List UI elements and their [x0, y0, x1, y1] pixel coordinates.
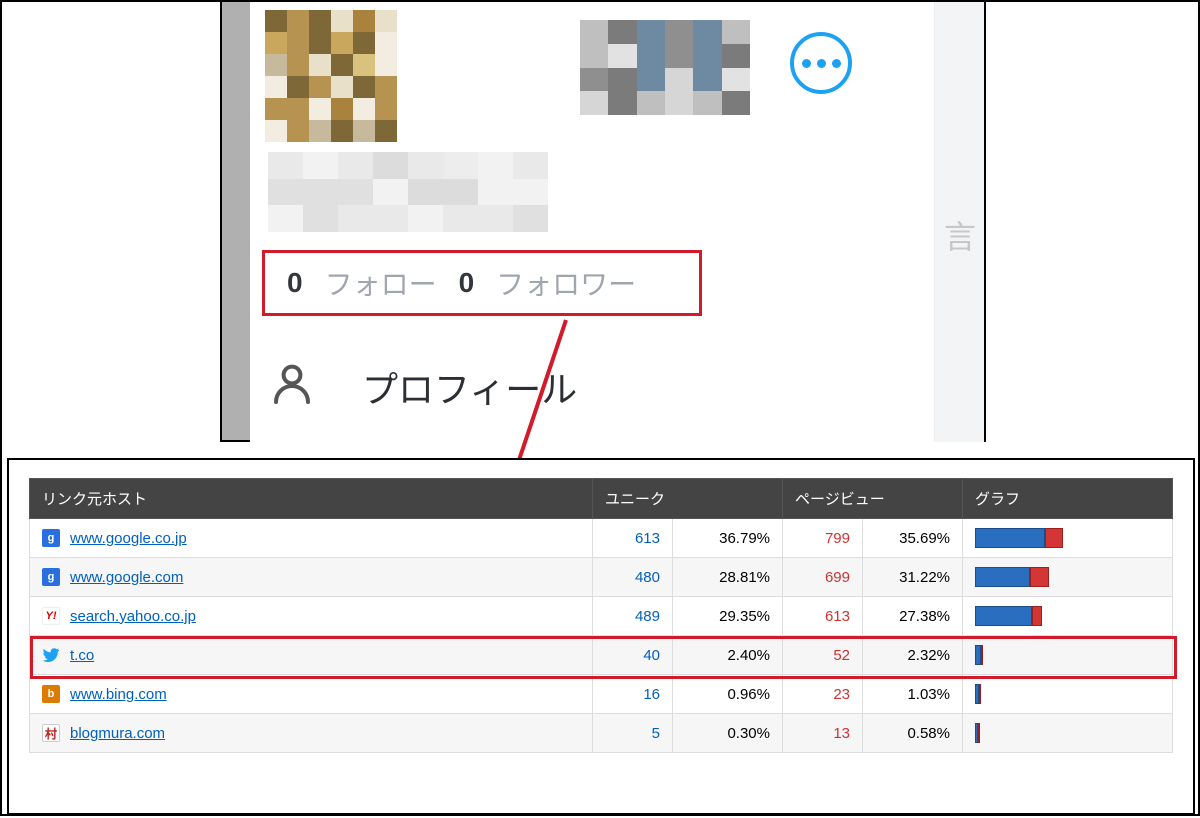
- table-row: t.co 402.40%522.32%: [30, 636, 1173, 675]
- col-graph[interactable]: グラフ: [963, 479, 1173, 519]
- follow-count: 0: [287, 267, 303, 299]
- person-icon: [268, 360, 316, 413]
- host-link[interactable]: t.co: [70, 647, 94, 664]
- unique-percent: 36.79%: [673, 519, 783, 558]
- pageview-percent: 27.38%: [863, 597, 963, 636]
- pageview-percent: 0.58%: [863, 714, 963, 753]
- table-row: 村 blogmura.com 50.30%130.58%: [30, 714, 1173, 753]
- table-row: g www.google.com 48028.81%69931.22%: [30, 558, 1173, 597]
- follower-count: 0: [459, 267, 475, 299]
- unique-count: 40: [593, 636, 673, 675]
- unique-count: 16: [593, 675, 673, 714]
- pageview-percent: 35.69%: [863, 519, 963, 558]
- pageview-count: 13: [783, 714, 863, 753]
- host-link[interactable]: www.google.co.jp: [70, 530, 187, 547]
- username-blurred: [268, 152, 548, 232]
- twitter-icon: [42, 646, 60, 664]
- graph-cell: [963, 519, 1173, 558]
- profile-card: 0 フォロー 0 フォロワー プロフィール: [250, 2, 936, 442]
- yahoo-icon: Y!: [42, 607, 60, 625]
- graph-cell: [963, 597, 1173, 636]
- unique-percent: 28.81%: [673, 558, 783, 597]
- col-host[interactable]: リンク元ホスト: [30, 479, 593, 519]
- table-row: b www.bing.com 160.96%231.03%: [30, 675, 1173, 714]
- pageview-count: 699: [783, 558, 863, 597]
- host-link[interactable]: search.yahoo.co.jp: [70, 608, 196, 625]
- host-link[interactable]: www.google.com: [70, 569, 183, 586]
- bing-icon: b: [42, 685, 60, 703]
- follower-label: フォロワー: [496, 263, 636, 303]
- profile-label: プロフィール: [362, 361, 577, 413]
- pageview-count: 52: [783, 636, 863, 675]
- col-unique[interactable]: ユニーク: [593, 479, 783, 519]
- referrer-table: リンク元ホスト ユニーク ページビュー グラフ g www.google.co.j…: [29, 478, 1173, 753]
- side-glyph: 言: [944, 212, 976, 258]
- side-strip: 言: [934, 2, 984, 442]
- unique-count: 613: [593, 519, 673, 558]
- follow-stats-highlight: 0 フォロー 0 フォロワー: [262, 250, 702, 316]
- pageview-count: 23: [783, 675, 863, 714]
- unique-percent: 2.40%: [673, 636, 783, 675]
- graph-cell: [963, 636, 1173, 675]
- google-icon: g: [42, 529, 60, 547]
- unique-count: 5: [593, 714, 673, 753]
- unique-count: 480: [593, 558, 673, 597]
- graph-cell: [963, 558, 1173, 597]
- graph-cell: [963, 675, 1173, 714]
- referrer-analytics: リンク元ホスト ユニーク ページビュー グラフ g www.google.co.j…: [7, 458, 1195, 815]
- follow-label: フォロー: [325, 263, 437, 303]
- unique-count: 489: [593, 597, 673, 636]
- pageview-count: 799: [783, 519, 863, 558]
- graph-cell: [963, 714, 1173, 753]
- unique-percent: 0.96%: [673, 675, 783, 714]
- cover-blurred: [580, 20, 750, 115]
- pageview-percent: 31.22%: [863, 558, 963, 597]
- pageview-percent: 1.03%: [863, 675, 963, 714]
- google-icon: g: [42, 568, 60, 586]
- profile-panel: 0 フォロー 0 フォロワー プロフィール 言: [220, 2, 986, 442]
- pageview-percent: 2.32%: [863, 636, 963, 675]
- host-link[interactable]: www.bing.com: [70, 686, 167, 703]
- more-options-button[interactable]: [790, 32, 852, 94]
- blogmura-icon: 村: [42, 724, 60, 742]
- avatar-blurred: [265, 10, 397, 142]
- table-row: Y! search.yahoo.co.jp 48929.35%61327.38%: [30, 597, 1173, 636]
- pageview-count: 613: [783, 597, 863, 636]
- col-pageview[interactable]: ページビュー: [783, 479, 963, 519]
- unique-percent: 29.35%: [673, 597, 783, 636]
- profile-nav-item[interactable]: プロフィール: [268, 360, 577, 413]
- table-row: g www.google.co.jp 61336.79%79935.69%: [30, 519, 1173, 558]
- host-link[interactable]: blogmura.com: [70, 725, 165, 742]
- unique-percent: 0.30%: [673, 714, 783, 753]
